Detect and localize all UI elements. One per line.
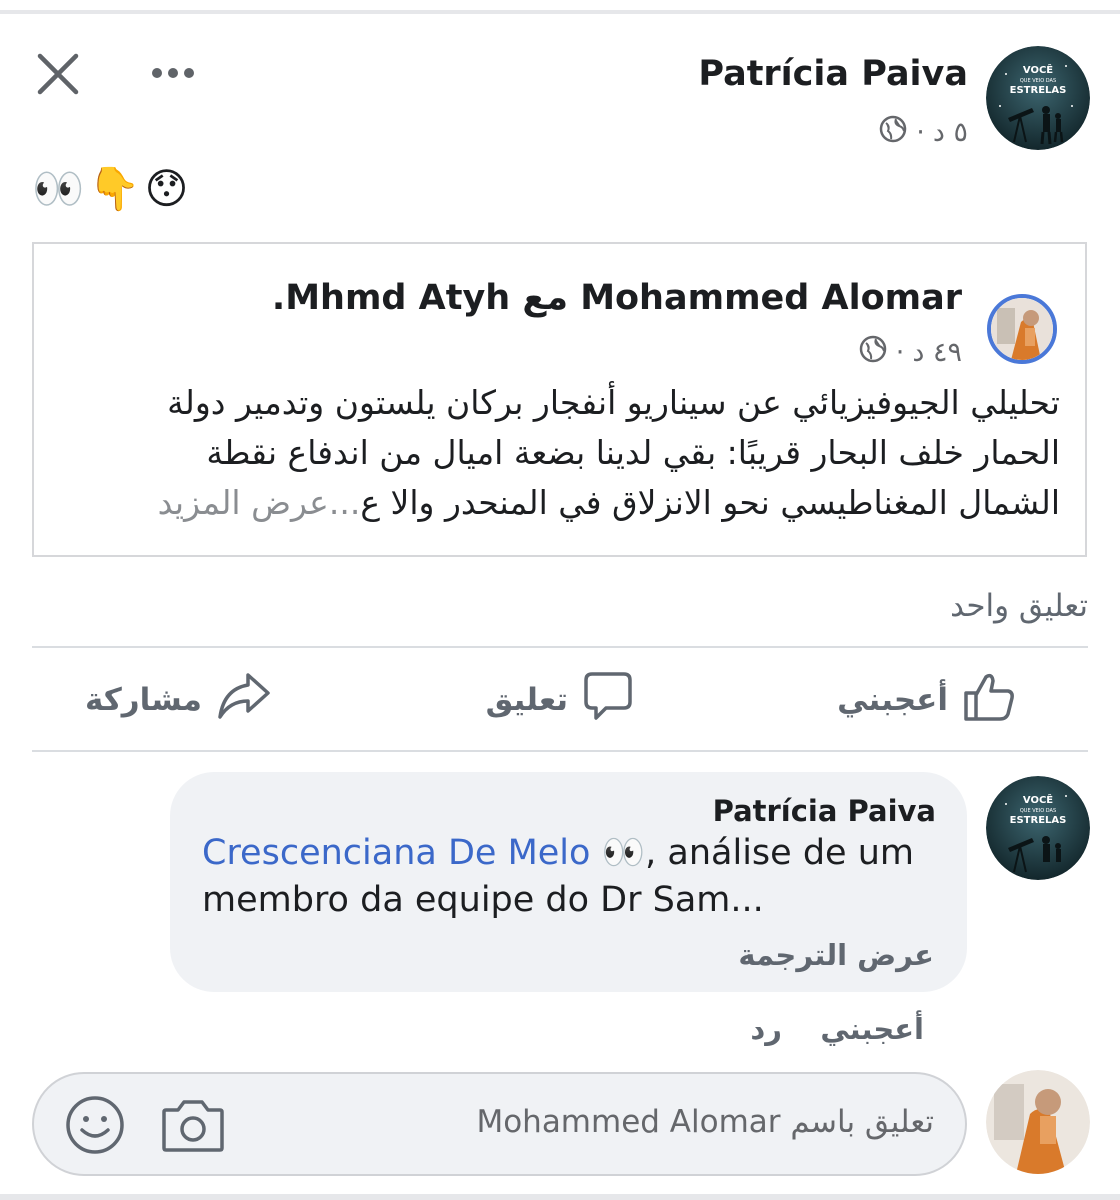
like-button[interactable]: أعجبني [837,670,1016,730]
post-author-name[interactable]: Patrícia Paiva [698,54,968,94]
avatar-text-2: QUE VEIO DAS [1020,808,1056,814]
comment-label: تعليق [485,682,568,718]
shared-post-body: تحليلي الجيوفيزيائي عن سيناريو أنفجار بر… [70,378,1060,528]
camera-icon[interactable] [160,1094,226,1156]
shared-line-3: الشمال المغناطيسي نحو الانزلاق في المنحد… [70,478,1060,528]
see-more-link[interactable]: ...عرض المزيد [158,483,361,522]
tagged-user[interactable]: Mhmd Atyh [285,278,510,318]
comment-reply-button[interactable]: رد [750,1012,782,1046]
meta-separator: · [916,117,925,148]
author-avatar[interactable]: VOCÊ QUE VEIO DAS ESTRELAS [986,46,1090,150]
bottom-divider [0,1194,1120,1200]
emoji-icon[interactable] [64,1094,126,1156]
post-meta: ٥ د · [878,114,968,151]
avatar-text-1: VOCÊ [1023,63,1053,76]
comment-input-placeholder[interactable]: تعليق باسم Mohammed Alomar [476,1104,934,1140]
shared-line-1: تحليلي الجيوفيزيائي عن سيناريو أنفجار بر… [167,383,1060,422]
comment-count[interactable]: تعليق واحد [950,588,1088,624]
avatar-text-3: ESTRELAS [1010,815,1067,826]
shared-line-3-text: الشمال المغناطيسي نحو الانزلاق في المنحد… [360,483,1060,522]
comment-text: Crescenciana De Melo 👀, análise de um me… [202,830,942,924]
top-divider [0,10,1120,14]
current-user-avatar[interactable] [986,1070,1090,1174]
shared-line-2: الحمار خلف البحار قريبًا: بقي لدينا بضعة… [206,433,1060,472]
globe-icon [858,334,888,371]
commenter-avatar[interactable]: VOCÊ QUE VEIO DAS ESTRELAS [986,776,1090,880]
comment-icon [582,670,634,730]
share-label: مشاركة [84,682,202,718]
shared-author-avatar[interactable] [987,294,1057,364]
post-time: ٥ د [932,117,968,148]
see-translation-link[interactable]: عرض الترجمة [738,938,934,972]
more-options-icon[interactable] [148,58,198,88]
avatar-text-1: VOCÊ [1023,793,1053,806]
with-word: مع [522,278,568,318]
comment-like-button[interactable]: أعجبني [820,1012,924,1046]
like-label: أعجبني [837,682,948,718]
like-icon [962,669,1016,731]
share-icon [216,671,272,729]
post-detail-view: Patrícia Paiva ٥ د · VOCÊ QUE VEIO DAS E… [0,0,1120,1200]
shared-post-title: Mohammed Alomar مع Mhmd Atyh. [272,278,962,318]
comment-author-name[interactable]: Patrícia Paiva [713,794,936,828]
shared-post-time: ٤٩ د [912,337,962,368]
divider [32,750,1088,752]
meta-separator: · [895,337,905,368]
avatar-text-3: ESTRELAS [1010,85,1067,96]
close-icon[interactable] [34,50,82,98]
title-dot: . [271,278,286,318]
comment-button[interactable]: تعليق [486,670,634,730]
share-button[interactable]: مشاركة [85,670,272,730]
globe-icon [878,114,908,151]
shared-post-meta: ٤٩ د · [858,334,962,371]
comment-mention[interactable]: Crescenciana De Melo [202,833,590,873]
shared-author-name[interactable]: Mohammed Alomar [580,278,962,318]
post-text: 👀👇😯 [32,164,193,213]
divider [32,646,1088,648]
avatar-text-2: QUE VEIO DAS [1020,78,1056,84]
